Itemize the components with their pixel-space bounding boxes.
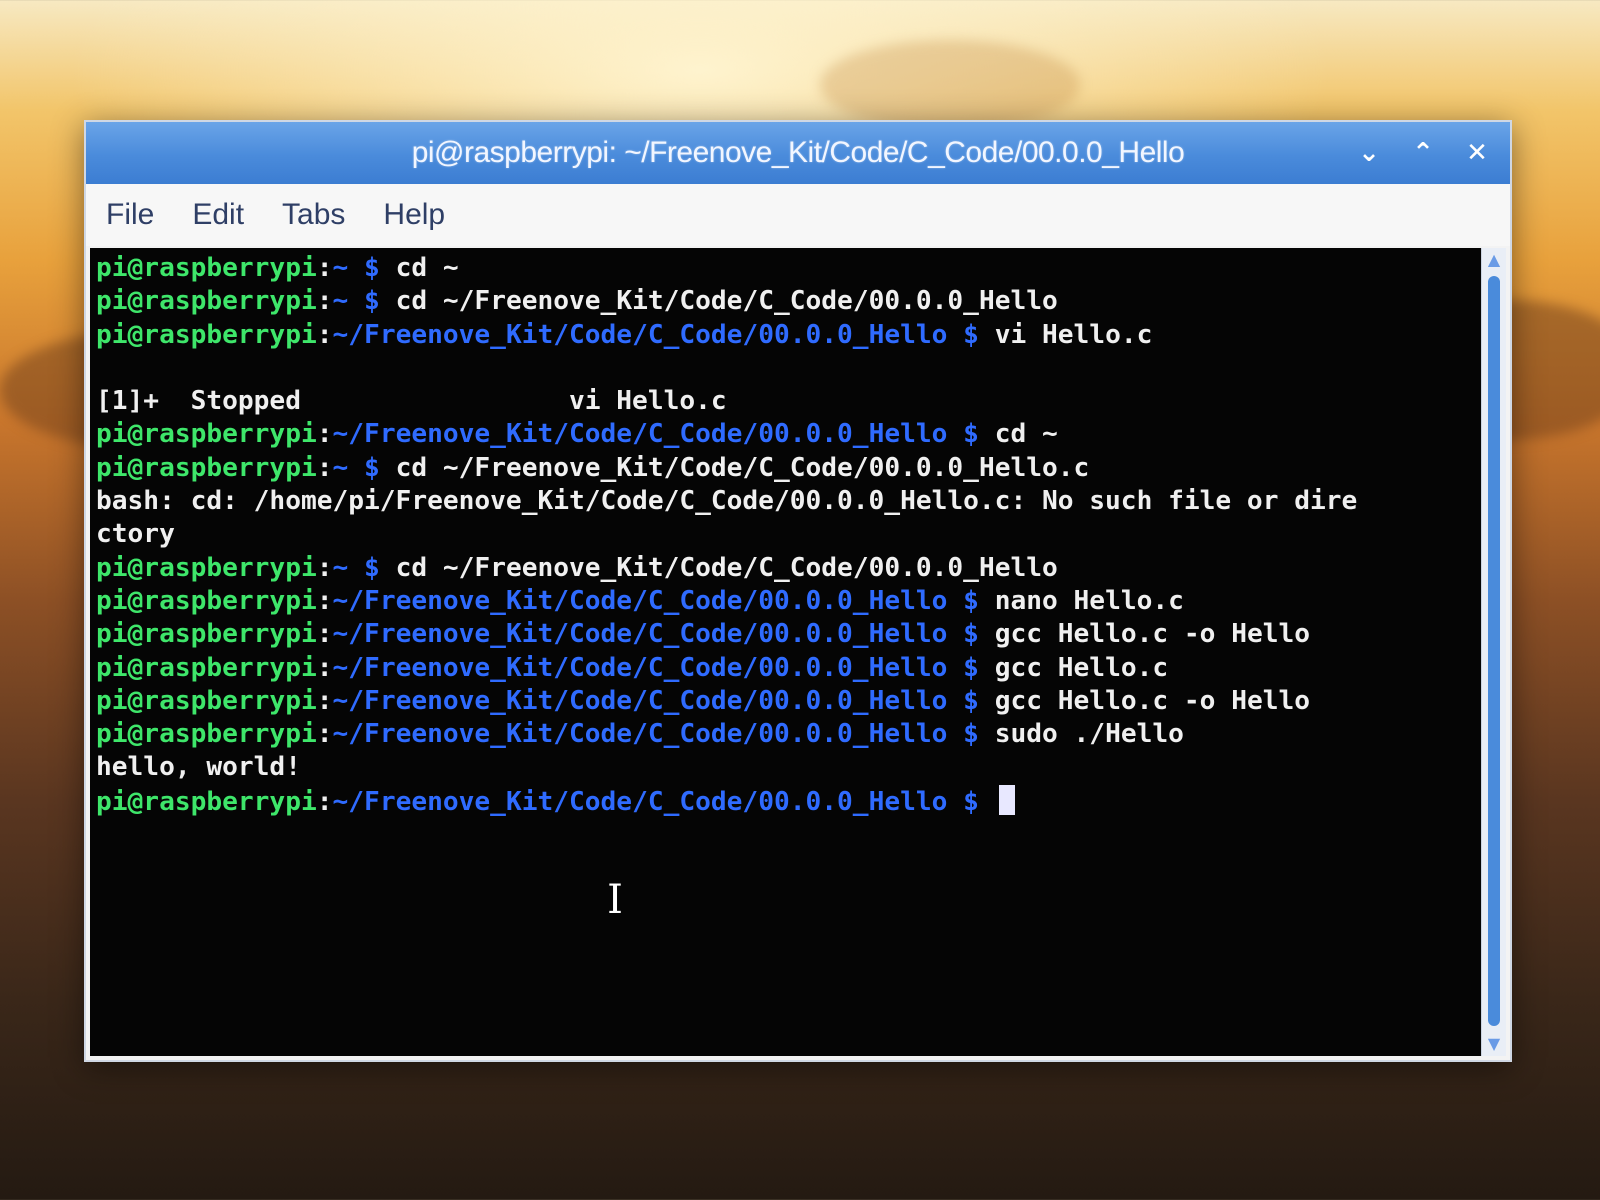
command-text: nano Hello.c	[978, 585, 1184, 616]
prompt-colon: :	[316, 652, 333, 683]
terminal-line: hello, world!	[96, 751, 1481, 784]
prompt-user: pi@raspberrypi	[96, 585, 317, 616]
prompt-colon: :	[316, 452, 333, 483]
terminal-line: pi@raspberrypi:~ $ cd ~/Freenove_Kit/Cod…	[96, 452, 1481, 485]
command-text: cd ~	[379, 253, 459, 283]
command-text: cd ~/Freenove_Kit/Code/C_Code/00.0.0_Hel…	[379, 452, 1090, 483]
menu-edit[interactable]: Edit	[192, 198, 244, 232]
prompt-colon: :	[316, 719, 333, 750]
window-controls: ⌄ ⌃ ✕	[1356, 122, 1490, 184]
prompt-user: pi@raspberrypi	[96, 619, 317, 650]
terminal-line: [1]+ Stopped vi Hello.c	[96, 385, 1481, 418]
menu-bar: File Edit Tabs Help	[86, 184, 1510, 246]
command-text	[979, 787, 995, 817]
prompt-user: pi@raspberrypi	[96, 786, 317, 817]
prompt-user: pi@raspberrypi	[96, 552, 317, 583]
terminal-line: pi@raspberrypi:~/Freenove_Kit/Code/C_Cod…	[96, 585, 1481, 618]
command-text: vi Hello.c	[978, 319, 1153, 350]
menu-help[interactable]: Help	[383, 198, 445, 232]
prompt-colon: :	[316, 685, 333, 716]
prompt-path: ~/Freenove_Kit/Code/C_Code/00.0.0_Hello …	[332, 619, 979, 650]
prompt-path: ~ $	[332, 286, 380, 317]
minimize-button[interactable]: ⌄	[1356, 138, 1382, 168]
terminal-line: pi@raspberrypi:~/Freenove_Kit/Code/C_Cod…	[96, 784, 1481, 818]
prompt-user: pi@raspberrypi	[96, 452, 317, 483]
command-text: sudo ./Hello	[978, 719, 1184, 750]
terminal-area: pi@raspberrypi:~ $ cd ~ pi@raspberrypi:~ …	[90, 248, 1506, 1056]
maximize-button[interactable]: ⌃	[1410, 138, 1436, 168]
prompt-user: pi@raspberrypi	[96, 719, 317, 750]
terminal-line: pi@raspberrypi:~/Freenove_Kit/Code/C_Cod…	[96, 319, 1481, 352]
prompt-path: ~/Freenove_Kit/Code/C_Code/00.0.0_Hello …	[332, 685, 979, 716]
command-text: cd ~/Freenove_Kit/Code/C_Code/00.0.0_Hel…	[379, 552, 1058, 583]
prompt-colon: :	[316, 552, 333, 583]
prompt-colon: :	[316, 585, 333, 616]
scroll-up-icon[interactable]: ▲	[1482, 250, 1506, 270]
prompt-path: ~/Freenove_Kit/Code/C_Code/00.0.0_Hello …	[332, 652, 979, 683]
terminal-line: ctory	[96, 518, 1481, 551]
terminal-line: bash: cd: /home/pi/Freenove_Kit/Code/C_C…	[96, 485, 1481, 518]
terminal-line: pi@raspberrypi:~/Freenove_Kit/Code/C_Cod…	[96, 652, 1481, 685]
prompt-user: pi@raspberrypi	[96, 319, 317, 350]
command-text: gcc Hello.c -o Hello	[978, 619, 1311, 650]
terminal-line: pi@raspberrypi:~ $ cd ~/Freenove_Kit/Cod…	[96, 552, 1481, 585]
terminal-line: pi@raspberrypi:~/Freenove_Kit/Code/C_Cod…	[96, 418, 1481, 451]
background-cloud	[820, 40, 1080, 130]
prompt-colon: :	[316, 419, 333, 450]
window-title: pi@raspberrypi: ~/Freenove_Kit/Code/C_Co…	[411, 136, 1185, 169]
prompt-path: ~ $	[332, 452, 380, 483]
prompt-path: ~/Freenove_Kit/Code/C_Code/00.0.0_Hello …	[332, 319, 979, 350]
prompt-path: ~/Freenove_Kit/Code/C_Code/00.0.0_Hello …	[332, 786, 979, 817]
scroll-thumb[interactable]	[1488, 276, 1500, 1026]
scroll-down-icon[interactable]: ▼	[1482, 1034, 1506, 1054]
close-button[interactable]: ✕	[1464, 138, 1490, 168]
menu-tabs[interactable]: Tabs	[282, 198, 345, 232]
command-text: [1]+ Stopped vi Hello.c	[96, 386, 727, 417]
terminal-line: pi@raspberrypi:~/Freenove_Kit/Code/C_Cod…	[96, 718, 1481, 751]
prompt-user: pi@raspberrypi	[96, 419, 317, 450]
prompt-path: ~/Freenove_Kit/Code/C_Code/00.0.0_Hello …	[332, 419, 979, 450]
vertical-scrollbar[interactable]: ▲ ▼	[1481, 248, 1506, 1056]
prompt-colon: :	[316, 319, 333, 350]
command-text: cd ~	[978, 419, 1058, 450]
command-text: hello, world!	[96, 752, 301, 783]
terminal-line: pi@raspberrypi:~ $ cd ~	[96, 252, 1481, 285]
prompt-colon: :	[316, 286, 333, 317]
prompt-path: ~ $	[332, 552, 380, 583]
terminal-line: pi@raspberrypi:~ $ cd ~/Freenove_Kit/Cod…	[96, 285, 1481, 318]
prompt-user: pi@raspberrypi	[96, 286, 317, 317]
command-text: ctory	[96, 519, 175, 550]
terminal-line: pi@raspberrypi:~/Freenove_Kit/Code/C_Cod…	[96, 618, 1481, 651]
prompt-path: ~ $	[332, 253, 380, 283]
terminal-window: pi@raspberrypi: ~/Freenove_Kit/Code/C_Co…	[84, 120, 1512, 1062]
prompt-colon: :	[316, 786, 333, 817]
prompt-user: pi@raspberrypi	[96, 652, 317, 683]
terminal-cursor	[998, 784, 1015, 815]
terminal-output[interactable]: pi@raspberrypi:~ $ cd ~ pi@raspberrypi:~ …	[90, 248, 1481, 1056]
prompt-path: ~/Freenove_Kit/Code/C_Code/00.0.0_Hello …	[332, 585, 979, 616]
terminal-line: pi@raspberrypi:~/Freenove_Kit/Code/C_Cod…	[96, 685, 1481, 718]
prompt-colon: :	[316, 619, 333, 650]
prompt-colon: :	[316, 253, 333, 283]
command-text: cd ~/Freenove_Kit/Code/C_Code/00.0.0_Hel…	[379, 286, 1058, 317]
prompt-user: pi@raspberrypi	[96, 685, 317, 716]
menu-file[interactable]: File	[106, 198, 154, 232]
command-text: bash: cd: /home/pi/Freenove_Kit/Code/C_C…	[96, 486, 1358, 517]
title-bar[interactable]: pi@raspberrypi: ~/Freenove_Kit/Code/C_Co…	[86, 122, 1510, 184]
prompt-path: ~/Freenove_Kit/Code/C_Code/00.0.0_Hello …	[332, 719, 979, 750]
command-text: gcc Hello.c -o Hello	[978, 685, 1311, 716]
prompt-user: pi@raspberrypi	[96, 253, 317, 283]
command-text: gcc Hello.c	[978, 652, 1169, 683]
